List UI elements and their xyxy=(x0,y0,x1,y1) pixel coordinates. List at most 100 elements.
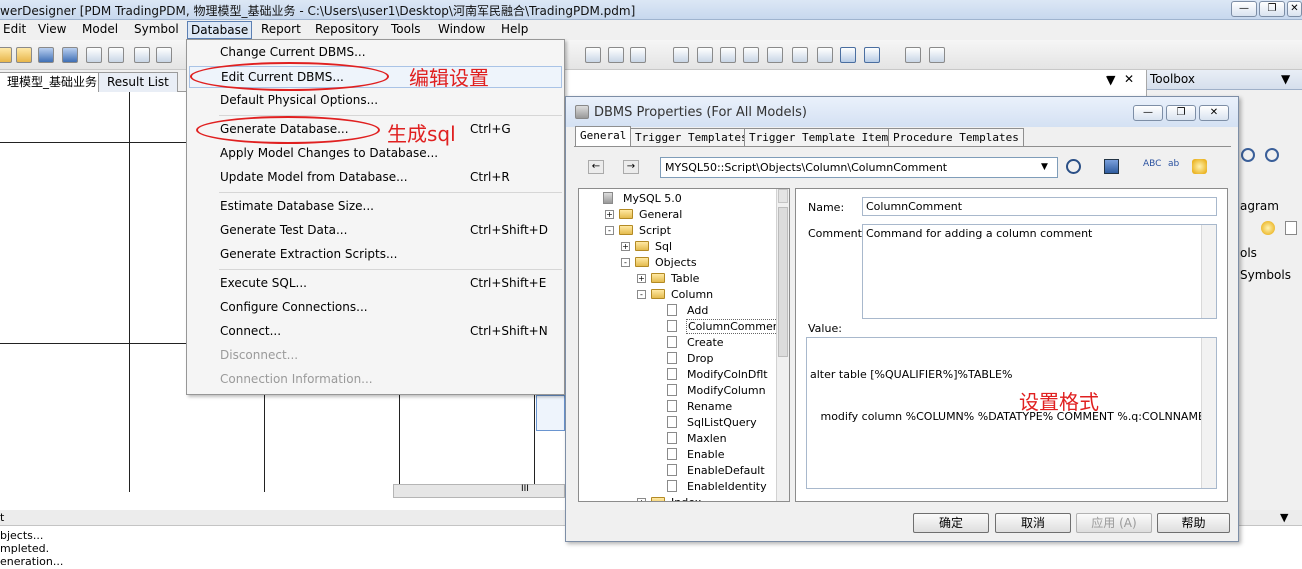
tree-item[interactable]: ModifyColumn xyxy=(579,383,779,398)
tree-item[interactable]: EnableDefault xyxy=(579,463,779,478)
pane-pin-icon[interactable]: ▼ xyxy=(1107,73,1115,86)
menu-item-generate-extraction-scripts[interactable]: Generate Extraction Scripts... xyxy=(189,244,562,266)
menu-item-generate-test-data[interactable]: Generate Test Data... Ctrl+Shift+D xyxy=(189,220,562,242)
tab-trigger-templates[interactable]: Trigger Templates xyxy=(630,128,753,146)
menu-repository[interactable]: Repository xyxy=(312,21,382,39)
tree-item[interactable]: Add xyxy=(579,303,779,318)
forward-icon[interactable] xyxy=(630,47,646,63)
toolbox-pin-icon[interactable]: ▼ xyxy=(1281,70,1290,89)
tree-item[interactable]: SqlListQuery xyxy=(579,415,779,430)
tree-item[interactable]: ColumnComment xyxy=(579,319,787,334)
menu-symbol[interactable]: Symbol xyxy=(131,21,182,39)
menu-report[interactable]: Report xyxy=(258,21,304,39)
toolbox-section-ols[interactable]: ols xyxy=(1240,246,1257,260)
dialog-maximize-button[interactable]: ❐ xyxy=(1166,105,1196,121)
note-icon[interactable] xyxy=(1285,221,1297,235)
diagram-icon[interactable] xyxy=(817,47,833,63)
menu-view[interactable]: View xyxy=(35,21,69,39)
menu-help[interactable]: Help xyxy=(498,21,531,39)
menu-model[interactable]: Model xyxy=(79,21,121,39)
collapse-icon[interactable]: - xyxy=(605,226,614,235)
package-icon[interactable] xyxy=(743,47,759,63)
menu-item-default-physical-options[interactable]: Default Physical Options... xyxy=(189,90,562,112)
new-model-icon[interactable] xyxy=(0,47,12,63)
copy-icon[interactable] xyxy=(156,47,172,63)
tree-item[interactable]: EnableIdentity xyxy=(579,479,779,494)
zoom-in-icon[interactable] xyxy=(1241,148,1255,162)
value-editor[interactable]: alter table [%QUALIFIER%]%TABLE% modify … xyxy=(806,337,1217,489)
menu-tools[interactable]: Tools xyxy=(388,21,424,39)
back-arrow-icon[interactable]: ← xyxy=(588,160,604,174)
tree-item[interactable]: - Column xyxy=(579,287,779,302)
preview-icon[interactable] xyxy=(905,47,921,63)
replace-icon[interactable]: ab xyxy=(1168,159,1179,169)
pane-close-icon[interactable]: ✕ xyxy=(1124,72,1134,86)
table-symbol[interactable] xyxy=(536,395,565,431)
expand-icon[interactable]: + xyxy=(637,274,646,283)
tree-vertical-scrollbar[interactable] xyxy=(776,189,789,501)
menu-window[interactable]: Window xyxy=(435,21,488,39)
tab-procedure-templates[interactable]: Procedure Templates xyxy=(888,128,1024,146)
dialog-close-button[interactable]: ✕ xyxy=(1199,105,1229,121)
tree-item[interactable]: Maxlen xyxy=(579,431,779,446)
toolbox-section-symbols[interactable]: Symbols xyxy=(1240,268,1291,282)
table-icon[interactable] xyxy=(673,47,689,63)
tree-item[interactable]: - Objects xyxy=(579,255,779,270)
menu-edit[interactable]: Edit xyxy=(0,21,29,39)
comment-field[interactable]: Command for adding a column comment xyxy=(862,224,1217,319)
printer-icon[interactable] xyxy=(929,47,945,63)
menu-item-update-model[interactable]: Update Model from Database... Ctrl+R xyxy=(189,167,562,189)
tree-item[interactable]: Drop xyxy=(579,351,779,366)
name-field[interactable]: ColumnComment xyxy=(862,197,1217,216)
detail-view-icon[interactable] xyxy=(864,47,880,63)
spell-check-icon[interactable]: ABC xyxy=(1143,159,1161,169)
tree-item[interactable]: + Index xyxy=(579,495,779,501)
menu-item-configure-connections[interactable]: Configure Connections... xyxy=(189,297,562,319)
menu-database[interactable]: Database xyxy=(187,21,253,39)
tree-item[interactable]: - Script xyxy=(579,223,779,238)
find-icon[interactable] xyxy=(1066,159,1081,174)
tree-item[interactable]: ModifyColnDflt xyxy=(579,367,779,382)
comment-scrollbar[interactable] xyxy=(1201,225,1216,318)
tab-trigger-template-items[interactable]: Trigger Template Items xyxy=(744,128,900,146)
menu-item-connect[interactable]: Connect... Ctrl+Shift+N xyxy=(189,321,562,343)
close-window-button[interactable]: ✕ xyxy=(1287,1,1302,17)
expand-icon[interactable]: + xyxy=(605,210,614,219)
toolbox-section-agram[interactable]: agram xyxy=(1240,199,1279,213)
menu-item-change-current-dbms[interactable]: Change Current DBMS... xyxy=(189,42,562,64)
path-combobox[interactable]: MYSQL50::Script\Objects\Column\ColumnCom… xyxy=(660,157,1058,178)
print-preview-icon[interactable] xyxy=(86,47,102,63)
merge-icon[interactable] xyxy=(1192,159,1207,174)
menu-item-apply-model-changes[interactable]: Apply Model Changes to Database... xyxy=(189,143,562,165)
procedure-icon[interactable] xyxy=(767,47,783,63)
tree-item[interactable]: + Sql xyxy=(579,239,779,254)
cut-icon[interactable] xyxy=(134,47,150,63)
tab-model[interactable]: 理模型_基础业务 xyxy=(0,72,107,92)
save-icon[interactable] xyxy=(38,47,54,63)
save-icon[interactable] xyxy=(1104,159,1119,174)
collapse-icon[interactable]: - xyxy=(637,290,646,299)
tree-item[interactable]: + General xyxy=(579,207,779,222)
value-scrollbar[interactable] xyxy=(1201,338,1216,488)
tree-item[interactable]: Enable xyxy=(579,447,779,462)
open-icon[interactable] xyxy=(16,47,32,63)
collapse-icon[interactable]: - xyxy=(621,258,630,267)
tree-item[interactable]: Rename xyxy=(579,399,779,414)
canvas-horizontal-scrollbar[interactable]: III xyxy=(393,484,565,498)
help-button[interactable]: 帮助 xyxy=(1157,513,1230,533)
ok-button[interactable]: 确定 xyxy=(913,513,989,533)
gear-icon[interactable] xyxy=(1261,221,1275,235)
tab-result-list[interactable]: Result List xyxy=(98,72,178,92)
tab-general[interactable]: General xyxy=(575,126,632,147)
tree-item[interactable]: + Table xyxy=(579,271,779,286)
output-pin-icon[interactable]: ▼ xyxy=(1280,511,1288,524)
tree-scroll-thumb[interactable] xyxy=(778,207,788,357)
zoom-out-icon[interactable] xyxy=(1265,148,1279,162)
tree-item[interactable]: MySQL 5.0 xyxy=(579,191,779,206)
forward-arrow-icon[interactable]: → xyxy=(623,160,639,174)
tree-item[interactable]: Create xyxy=(579,335,779,350)
expand-icon[interactable]: + xyxy=(637,498,646,501)
menu-item-execute-sql[interactable]: Execute SQL... Ctrl+Shift+E xyxy=(189,273,562,295)
reference-icon[interactable] xyxy=(720,47,736,63)
view-icon[interactable] xyxy=(697,47,713,63)
